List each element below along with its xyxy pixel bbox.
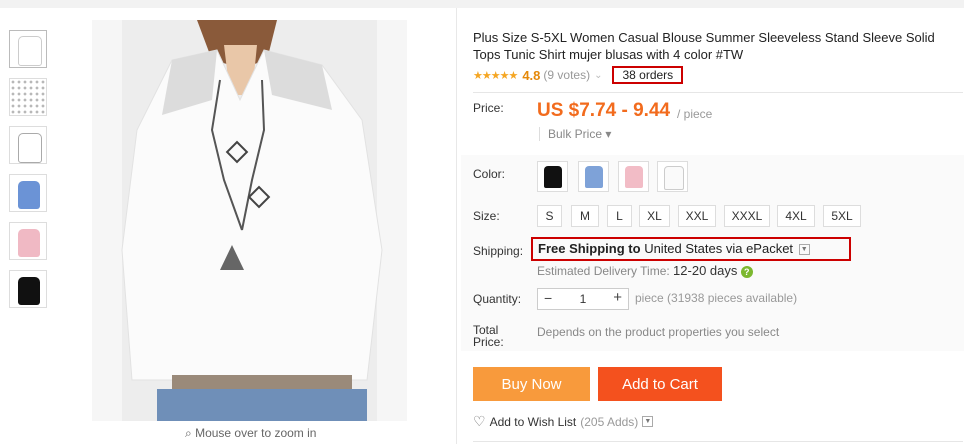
star-rating-icon: ★★★★★ <box>473 69 518 82</box>
stock-availability: piece (31938 pieces available) <box>635 291 798 305</box>
wishlist-count: (205 Adds) <box>580 414 639 429</box>
total-price-value: Depends on the product properties you se… <box>537 325 780 339</box>
add-to-wishlist-link[interactable]: ♡ Add to Wish List (205 Adds) ▼ <box>473 413 654 430</box>
rating-value: 4.8 <box>522 67 541 83</box>
quantity-stepper[interactable]: − 1 + <box>537 288 629 310</box>
price-label: Price: <box>473 101 504 115</box>
heart-icon: ♡ <box>473 413 486 429</box>
thumbnail-1[interactable] <box>9 30 47 68</box>
caret-down-icon: ▾ <box>605 127 612 141</box>
plus-icon[interactable]: + <box>613 289 622 306</box>
price-unit: / piece <box>677 107 713 121</box>
size-label: Size: <box>473 209 500 223</box>
size-option-s[interactable]: S <box>537 205 562 227</box>
quantity-input[interactable]: 1 <box>568 292 598 306</box>
color-swatch-black[interactable] <box>537 161 568 192</box>
size-option-5xl[interactable]: 5XL <box>823 205 861 227</box>
quantity-label: Quantity: <box>473 292 522 306</box>
color-label: Color: <box>473 167 506 181</box>
divider <box>473 441 963 442</box>
thumbnail-2[interactable] <box>9 78 47 116</box>
votes-link[interactable]: (9 votes) <box>543 68 590 82</box>
size-option-4xl[interactable]: 4XL <box>777 205 815 227</box>
orders-count: 38 orders <box>612 66 684 84</box>
minus-icon[interactable]: − <box>544 290 552 306</box>
total-price-label: Total Price: <box>473 323 504 349</box>
chevron-down-icon[interactable]: ▼ <box>798 244 810 256</box>
zoom-hint: ⌕ Mouse over to zoom in <box>185 426 317 440</box>
delivery-estimate: Estimated Delivery Time: 12-20 days ? <box>537 263 753 278</box>
thumbnail-6[interactable] <box>9 270 47 308</box>
magnifier-icon: ⌕ <box>185 426 192 440</box>
shipping-label: Shipping: <box>473 244 524 258</box>
chevron-down-icon[interactable]: ⌄ <box>594 70 602 81</box>
price-value: US $7.74 - 9.44 <box>537 100 671 121</box>
size-option-l[interactable]: L <box>607 205 632 227</box>
size-option-xxxl[interactable]: XXXL <box>724 205 770 227</box>
size-option-m[interactable]: M <box>571 205 599 227</box>
color-swatch-blue[interactable] <box>578 161 609 192</box>
product-main-image[interactable] <box>92 20 407 421</box>
thumbnail-4[interactable] <box>9 174 47 212</box>
color-swatch-white[interactable] <box>657 161 688 192</box>
product-title: Plus Size S-5XL Women Casual Blouse Summ… <box>473 30 935 62</box>
size-option-xxl[interactable]: XXL <box>678 205 716 227</box>
divider <box>473 92 963 93</box>
size-option-xl[interactable]: XL <box>639 205 670 227</box>
buy-now-button[interactable]: Buy Now <box>473 367 590 401</box>
panel-divider <box>456 8 457 444</box>
thumbnail-5[interactable] <box>9 222 47 260</box>
shipping-selector[interactable]: Free Shipping to United States via ePack… <box>531 237 851 261</box>
rating-row: ★★★★★ 4.8 (9 votes) ⌄ 38 orders <box>473 66 684 84</box>
thumbnail-3[interactable] <box>9 126 47 164</box>
free-shipping-text: Free Shipping to <box>538 241 641 256</box>
add-to-cart-button[interactable]: Add to Cart <box>598 367 722 401</box>
shipping-destination: United States via ePacket <box>644 241 794 256</box>
bulk-price-dropdown[interactable]: Bulk Price ▾ <box>539 127 611 141</box>
chevron-down-icon[interactable]: ▼ <box>642 416 654 427</box>
color-swatch-pink[interactable] <box>618 161 649 192</box>
help-icon[interactable]: ? <box>740 265 753 278</box>
